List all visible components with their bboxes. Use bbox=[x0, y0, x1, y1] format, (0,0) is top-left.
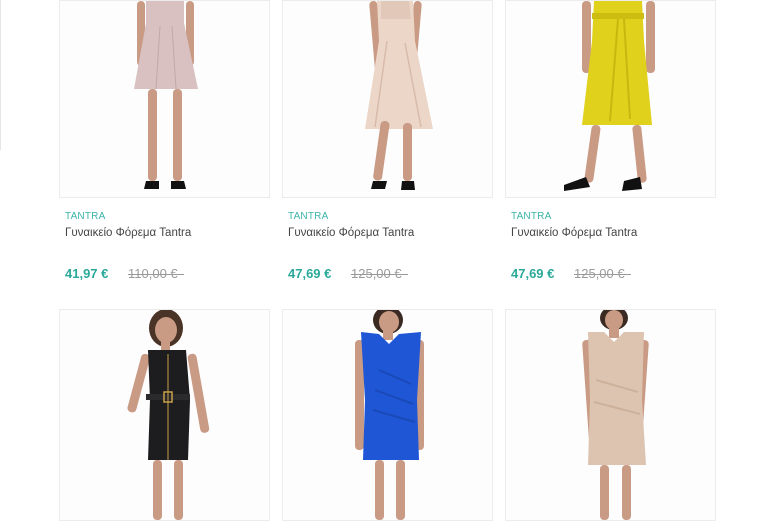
dress-photo-icon bbox=[283, 1, 492, 197]
product-brand[interactable]: TANTRA bbox=[288, 211, 328, 222]
product-card[interactable] bbox=[282, 309, 493, 521]
product-brand[interactable]: TANTRA bbox=[511, 211, 551, 222]
strikethrough-line bbox=[128, 274, 184, 275]
product-name[interactable]: Γυναικείο Φόρεμα Tantra bbox=[511, 227, 637, 239]
product-brand[interactable]: TANTRA bbox=[65, 211, 105, 222]
product-price: 47,69 € bbox=[288, 266, 332, 281]
product-price: 47,69 € bbox=[511, 266, 555, 281]
product-card[interactable]: TANTRA Γυναικείο Φόρεμα Tantra 47,69 € 1… bbox=[282, 0, 493, 290]
product-card[interactable] bbox=[505, 309, 716, 521]
strikethrough-line bbox=[574, 274, 631, 275]
product-name[interactable]: Γυναικείο Φόρεμα Tantra bbox=[65, 227, 191, 239]
dress-photo-icon bbox=[60, 310, 269, 520]
product-name[interactable]: Γυναικείο Φόρεμα Tantra bbox=[288, 227, 414, 239]
product-card[interactable]: TANTRA Γυναικείο Φόρεμα Tantra 41,97 € 1… bbox=[59, 0, 270, 290]
product-card[interactable]: TANTRA Γυναικείο Φόρεμα Tantra 47,69 € 1… bbox=[505, 0, 716, 290]
product-old-price: 125,00 € bbox=[574, 266, 631, 281]
product-old-price: 110,00 € bbox=[128, 266, 184, 281]
product-card[interactable] bbox=[59, 309, 270, 521]
product-image[interactable] bbox=[59, 0, 270, 198]
product-image[interactable] bbox=[282, 309, 493, 521]
product-old-price: 125,00 € bbox=[351, 266, 408, 281]
product-image[interactable] bbox=[282, 0, 493, 198]
product-image[interactable] bbox=[505, 0, 716, 198]
product-price: 41,97 € bbox=[65, 266, 109, 281]
dress-photo-icon bbox=[283, 310, 492, 520]
strikethrough-line bbox=[351, 274, 408, 275]
product-image[interactable] bbox=[59, 309, 270, 521]
dress-photo-icon bbox=[506, 1, 715, 197]
product-grid: TANTRA Γυναικείο Φόρεμα Tantra 41,97 € 1… bbox=[0, 0, 770, 521]
dress-photo-icon bbox=[506, 310, 715, 520]
product-image[interactable] bbox=[505, 309, 716, 521]
dress-photo-icon bbox=[60, 1, 269, 197]
